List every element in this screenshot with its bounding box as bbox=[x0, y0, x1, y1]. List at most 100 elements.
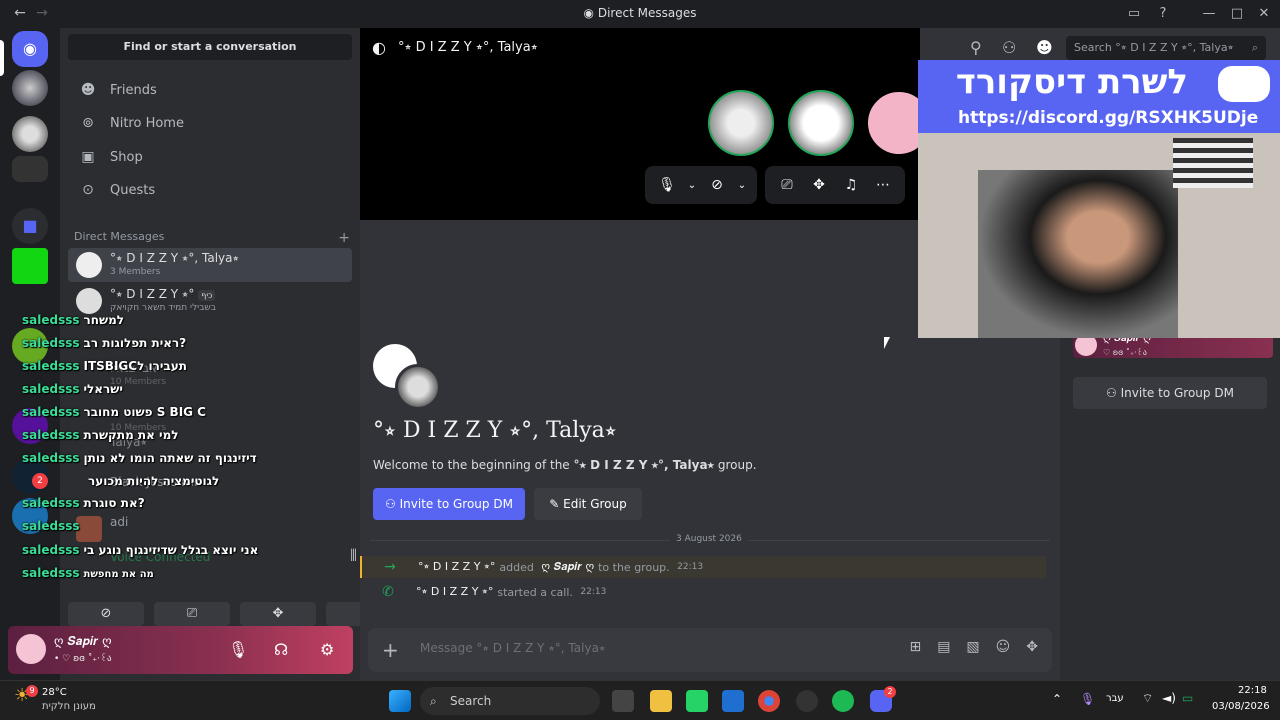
webcam-flag bbox=[1173, 138, 1253, 188]
call-participant[interactable] bbox=[708, 90, 774, 156]
sticker-icon[interactable]: ▧ bbox=[966, 639, 979, 655]
soundboard-icon[interactable]: ♫ bbox=[835, 177, 867, 193]
more-icon[interactable]: ⋯ bbox=[867, 177, 899, 193]
gif-icon[interactable]: ▤ bbox=[937, 639, 950, 655]
wifi-icon[interactable]: ⌔ bbox=[1142, 691, 1153, 706]
nav-shop[interactable]: ▣ Shop bbox=[68, 141, 352, 173]
overlay-line: saledsss את סוגרת? bbox=[22, 496, 145, 510]
overlay-line: saledsss אני יוצא בגלל שדיזינגוף נוגע בי bbox=[22, 543, 258, 557]
invite-group-dm-button-side[interactable]: ⚇ Invite to Group DM bbox=[1073, 377, 1267, 409]
member-list-icon[interactable]: ☻ bbox=[1036, 38, 1053, 57]
attach-plus-icon[interactable]: + bbox=[382, 638, 399, 662]
message-input[interactable]: Message °⭒ D I Z Z Y ⭒°, Talya⭒ bbox=[420, 641, 605, 656]
battery-icon[interactable]: ▭ bbox=[1182, 691, 1193, 705]
shop-icon: ▣ bbox=[81, 149, 95, 165]
screen-share-button[interactable]: ⎚ bbox=[154, 602, 230, 626]
whatsapp-icon[interactable] bbox=[686, 690, 708, 712]
nav-label: Nitro Home bbox=[110, 115, 184, 131]
banner-url: https://discord.gg/RSXHK5UDje bbox=[958, 108, 1259, 128]
search-input[interactable]: Search °⭒ D I Z Z Y ⭒°, Talya⭒ ⌕ bbox=[1066, 36, 1266, 60]
pin-icon[interactable]: ⚲ bbox=[970, 38, 982, 57]
microphone-icon[interactable]: 🎙 bbox=[228, 640, 248, 659]
help-icon[interactable]: ? bbox=[1153, 4, 1173, 24]
add-friend-icon[interactable]: ⚇ bbox=[1002, 38, 1016, 57]
microphone-icon[interactable]: 🎙 bbox=[651, 177, 683, 193]
server-icon[interactable] bbox=[12, 248, 48, 284]
dm-item-selected[interactable]: °⭒ D I Z Z Y ⭒°, Talya⭒ 3 Members bbox=[68, 248, 352, 282]
obs-icon[interactable] bbox=[796, 690, 818, 712]
nav-friends[interactable]: ☻ Friends bbox=[68, 74, 352, 106]
home-button[interactable]: ◉ bbox=[12, 31, 48, 67]
windows-start-icon[interactable] bbox=[389, 690, 411, 712]
call-area: ◐ °⭒ D I Z Z Y ⭒°, Talya⭒ 🎙 ⌄ ⊘ ⌄ ⎚ ✥ ♫ … bbox=[360, 28, 932, 220]
volume-icon[interactable]: ◄) bbox=[1162, 691, 1176, 705]
gift-icon[interactable]: ⊞ bbox=[909, 639, 921, 655]
mention-badge: 2 bbox=[32, 473, 48, 489]
group-avatar bbox=[395, 364, 441, 410]
close-icon[interactable]: ✕ bbox=[1254, 4, 1274, 24]
settings-gear-icon[interactable]: ⚙ bbox=[320, 640, 334, 659]
edit-group-button[interactable]: ✎ Edit Group bbox=[534, 488, 642, 520]
nav-quests[interactable]: ⊙ Quests bbox=[68, 174, 352, 206]
find-conversation-button[interactable]: Find or start a conversation bbox=[68, 34, 352, 60]
overlay-line: saledsss מה את מחפשת bbox=[22, 566, 154, 580]
webcam-overlay: לשרת דיסקורד https://discord.gg/RSXHK5UD… bbox=[918, 60, 1280, 338]
msg-author[interactable]: °⭒ D I Z Z Y ⭒° bbox=[418, 560, 495, 574]
activity-button[interactable]: ✥ bbox=[240, 602, 316, 626]
chrome-icon[interactable] bbox=[758, 690, 780, 712]
message-composer[interactable]: + Message °⭒ D I Z Z Y ⭒°, Talya⭒ ⊞ ▤ ▧ … bbox=[368, 628, 1052, 672]
avatar bbox=[76, 288, 102, 314]
overlay-text: את סוגרת? bbox=[83, 496, 145, 510]
overlay-text: לגוטימציה להיות מכוער bbox=[88, 474, 220, 488]
welcome-pre: Welcome to the beginning of the bbox=[373, 458, 574, 472]
search-icon: ⌕ bbox=[1251, 41, 1258, 54]
task-view-icon[interactable] bbox=[612, 690, 634, 712]
clock-date[interactable]: 03/08/2026 bbox=[1212, 701, 1270, 712]
camera-off-button[interactable]: ⊘ bbox=[68, 602, 144, 626]
mouse-cursor-icon bbox=[884, 337, 890, 349]
tray-chevron-icon[interactable]: ⌃ bbox=[1052, 692, 1062, 706]
camera-off-icon[interactable]: ⊘ bbox=[701, 177, 733, 193]
discord-app: ← → ◉ Direct Messages ▭ ? — □ ✕ ◉ ■ 2 Fi… bbox=[0, 0, 1280, 720]
inbox-icon[interactable]: ▭ bbox=[1124, 4, 1144, 24]
invite-label: Invite to Group DM bbox=[399, 497, 513, 511]
headphones-icon[interactable]: ☊ bbox=[274, 640, 288, 659]
overlay-line: saledsss bbox=[22, 519, 84, 533]
minimize-icon[interactable]: — bbox=[1199, 4, 1219, 24]
file-explorer-icon[interactable] bbox=[650, 690, 672, 712]
invite-label: Invite to Group DM bbox=[1120, 386, 1234, 400]
spotify-icon[interactable] bbox=[832, 690, 854, 712]
avatar[interactable] bbox=[16, 634, 46, 664]
chevron-down-icon[interactable]: ⌄ bbox=[683, 180, 701, 191]
server-icon[interactable] bbox=[12, 156, 48, 182]
msg-target[interactable]: ღ 𝑺𝒂𝒑𝒊𝒓 ღ bbox=[541, 560, 594, 574]
store-icon[interactable] bbox=[722, 690, 744, 712]
weather-widget[interactable]: ☀ 9 28°C מעונן חלקית bbox=[14, 685, 96, 712]
emoji-icon[interactable]: ☺ bbox=[996, 639, 1011, 655]
folder-icon[interactable]: ■ bbox=[12, 208, 48, 244]
overlay-user: saledsss bbox=[22, 359, 80, 373]
clock-time[interactable]: 22:18 bbox=[1238, 685, 1267, 696]
notif-badge: 9 bbox=[26, 685, 38, 697]
weather-desc: מעונן חלקית bbox=[42, 701, 96, 712]
language-indicator[interactable]: עבר bbox=[1106, 693, 1124, 704]
create-dm-icon[interactable]: + bbox=[338, 230, 350, 246]
server-icon[interactable] bbox=[12, 70, 48, 106]
search-placeholder: Search °⭒ D I Z Z Y ⭒°, Talya⭒ bbox=[1074, 41, 1234, 54]
activity-icon[interactable]: ✥ bbox=[803, 177, 835, 193]
maximize-icon[interactable]: □ bbox=[1227, 4, 1247, 24]
apps-icon[interactable]: ✥ bbox=[1026, 639, 1038, 655]
msg-author[interactable]: °⭒ D I Z Z Y ⭒° bbox=[416, 585, 493, 599]
mic-tray-icon[interactable]: 🎙 bbox=[1080, 692, 1095, 706]
call-controls: 🎙 ⌄ ⊘ ⌄ ⎚ ✥ ♫ ⋯ bbox=[645, 166, 905, 204]
overlay-line: saledsss למי את מתקשרת bbox=[22, 428, 179, 442]
chevron-down-icon[interactable]: ⌄ bbox=[733, 180, 751, 191]
date-label: 3 August 2026 bbox=[670, 534, 748, 544]
screen-share-icon[interactable]: ⎚ bbox=[771, 177, 803, 193]
call-participant[interactable] bbox=[788, 90, 854, 156]
nav-nitro-home[interactable]: ⊚ Nitro Home bbox=[68, 107, 352, 139]
taskbar-search[interactable]: ⌕ Search bbox=[420, 687, 600, 715]
member-status: ♡ ʚɞ ˚₊‧꒰ა bbox=[1103, 348, 1147, 357]
invite-group-dm-button[interactable]: ⚇ Invite to Group DM bbox=[373, 488, 525, 520]
server-icon[interactable] bbox=[12, 116, 48, 152]
